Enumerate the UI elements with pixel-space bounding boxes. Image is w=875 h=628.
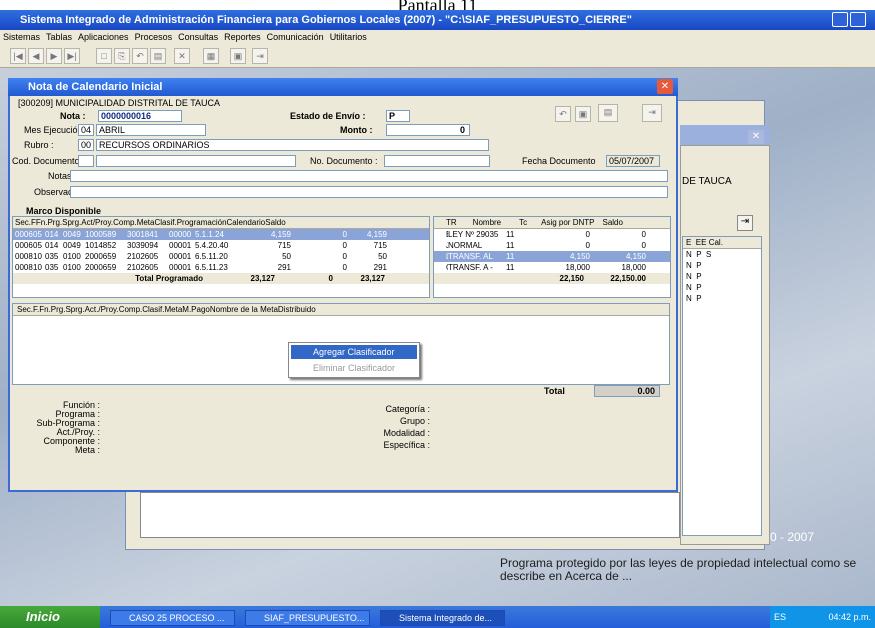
fuentes-row[interactable]: OTRANSF. A -1118,00018,000 [434,262,670,273]
print-doc-icon[interactable]: ▤ [598,104,618,122]
task-siaf-folder[interactable]: SIAF_PRESUPUESTO... [245,610,370,626]
menu-aplicaciones[interactable]: Aplicaciones [78,32,129,42]
print-icon[interactable]: ▤ [150,48,166,64]
clock: 04:42 p.m. [828,612,872,622]
fuentes-row-selected[interactable]: LTRANSF. AL114,1504,150 [434,251,670,262]
menu-utilitarios[interactable]: Utilitarios [330,32,367,42]
fechadoc-field[interactable]: 05/07/2007 [606,155,660,167]
marco-total-row: Total Programado 23,127 0 23,127 [13,273,429,284]
meta-total-label: Total [544,386,565,396]
observacion-field[interactable] [70,186,668,198]
coddoc-field[interactable] [96,155,296,167]
marco-row[interactable]: 000810 035 0100 2000659 2102605 00001 6.5.11.2… [13,262,429,273]
first-record-icon[interactable]: |◀ [10,48,26,64]
marco-row[interactable]: 000810 035 0100 2000659 2102605 00001 6.5.11.2… [13,251,429,262]
nodoc-field[interactable] [384,155,490,167]
background-year: 0 - 2007 [770,530,815,544]
nodoc-label: No. Documento : [310,156,378,166]
menu-reportes[interactable]: Reportes [224,32,261,42]
estado-label: Estado de Envío : [290,111,366,121]
tools-icon[interactable]: ▦ [203,48,219,64]
menu-comunicacion[interactable]: Comunicación [267,32,324,42]
background-grid-header: E EE Cal. [683,237,761,249]
fuentes-grid-header: TR Nombre Tc Asig por DNTP Saldo [434,217,670,229]
fechadoc-label: Fecha Documento [522,156,596,166]
menu-sistemas[interactable]: Sistemas [3,32,40,42]
copy-icon[interactable]: ⎘ [114,48,130,64]
rubro-label: Rubro : [24,140,54,150]
start-button[interactable]: Inicio [0,606,100,628]
nota-field[interactable]: 0000000016 [98,110,182,122]
marco-grid: Sec.FFn.Prg.Sprg.Act/Proy.Comp.MetaClasi… [12,216,430,298]
background-grid-row[interactable]: N P [683,282,761,293]
fuentes-row[interactable]: JNORMAL 11 0 0 [434,240,670,251]
meta-grid-header: Sec.F.Fn.Prg.Sprg.Act./Proy.Comp.Clasif.… [13,304,669,316]
next-record-icon[interactable]: ▶ [46,48,62,64]
system-tray: ES 04:42 p.m. [770,606,875,628]
exit-icon[interactable]: ⇥ [252,48,268,64]
rubro-field[interactable]: RECURSOS ORDINARIOS [96,139,489,151]
monto-label: Monto : [340,125,373,135]
close-icon[interactable]: ✕ [657,79,673,94]
background-entity: DE TAUCA [682,176,732,187]
coddoc-label: Cod. Documento : [12,156,85,166]
meta-total-field: 0.00 [594,385,660,397]
menu-procesos[interactable]: Procesos [135,32,173,42]
language-indicator[interactable]: ES [774,612,786,622]
delete-icon[interactable]: ✕ [174,48,190,64]
maximize-button[interactable] [850,12,866,27]
undo-icon[interactable]: ↶ [132,48,148,64]
context-menu: Agregar Clasificador Eliminar Clasificad… [288,342,420,378]
marco-title: Marco Disponible [26,206,102,216]
new-icon[interactable]: □ [96,48,112,64]
minimize-button[interactable] [832,12,848,27]
info-left: Función : Programa : Sub-Programa : Act./Pr… [36,400,100,455]
notas-field[interactable] [70,170,668,182]
marco-grid-header: Sec.FFn.Prg.Sprg.Act/Proy.Comp.MetaClasi… [13,217,429,229]
marco-row-selected[interactable]: 000605 014 0049 1000589 3001841 00000 5.1.1.24… [13,229,429,240]
mes-field[interactable]: ABRIL [96,124,206,136]
background-grid-row[interactable]: N P [683,260,761,271]
background-grid-row[interactable]: N P [683,293,761,304]
copyright-notice: Programa protegido por las leyes de prop… [500,556,857,583]
task-caso[interactable]: CASO 25 PROCESO ... [110,610,235,626]
background-exit-icon[interactable]: ⇥ [737,215,753,231]
save-doc-icon[interactable]: ▣ [575,106,591,122]
background-close-icon[interactable]: ✕ [748,130,764,144]
prev-record-icon[interactable]: ◀ [28,48,44,64]
mes-code-field[interactable]: 04 [78,124,94,136]
task-sistema[interactable]: Sistema Integrado de... [380,610,505,626]
marco-row[interactable]: 000605 014 0049 1014852 3039094 00001 5.4.20.4… [13,240,429,251]
nota-label: Nota : [60,111,86,121]
background-grid: E EE Cal. N P S N P N P N P N P [682,236,762,536]
app-title-bar: Sistema Integrado de Administración Fina… [0,10,875,30]
undo-doc-icon[interactable]: ↶ [555,106,571,122]
background-grid-row[interactable]: N P S [683,249,761,260]
info-right: Categoría : Grupo : Modalidad : Específica … [383,404,430,450]
save-icon[interactable]: ▣ [230,48,246,64]
fuentes-grid: TRNombreTcAsig por DNTPSaldo ELEY Nº 290… [433,216,671,298]
dialog-title: Nota de Calendario Inicial [8,78,678,96]
rubro-code-field[interactable]: 00 [78,139,94,151]
menu-bar: Sistemas Tablas Aplicaciones Procesos Consul… [0,30,875,44]
monto-field[interactable]: 0 [386,124,470,136]
remove-classifier-menu-item[interactable]: Eliminar Clasificador [291,361,417,375]
estado-field[interactable]: P [386,110,410,122]
fuentes-total-row: 22,150 22,150.00 [434,273,670,284]
entity-label: [300209] MUNICIPALIDAD DISTRITAL DE TAUC… [18,98,221,108]
menu-consultas[interactable]: Consultas [178,32,218,42]
page-caption: Pantalla 11 [397,0,478,10]
exit-doc-icon[interactable]: ⇥ [642,104,662,122]
fuentes-row[interactable]: ELEY Nº 290351100 [434,229,670,240]
add-classifier-menu-item[interactable]: Agregar Clasificador [291,345,417,359]
last-record-icon[interactable]: ▶| [64,48,80,64]
menu-tablas[interactable]: Tablas [46,32,72,42]
background-grid-lower [140,492,680,538]
coddoc-code-field[interactable] [78,155,94,167]
toolbar: |◀ ◀ ▶ ▶| □ ⎘ ↶ ▤ ✕ ▦ ▣ ⇥ [0,44,875,68]
background-grid-row[interactable]: N P [683,271,761,282]
